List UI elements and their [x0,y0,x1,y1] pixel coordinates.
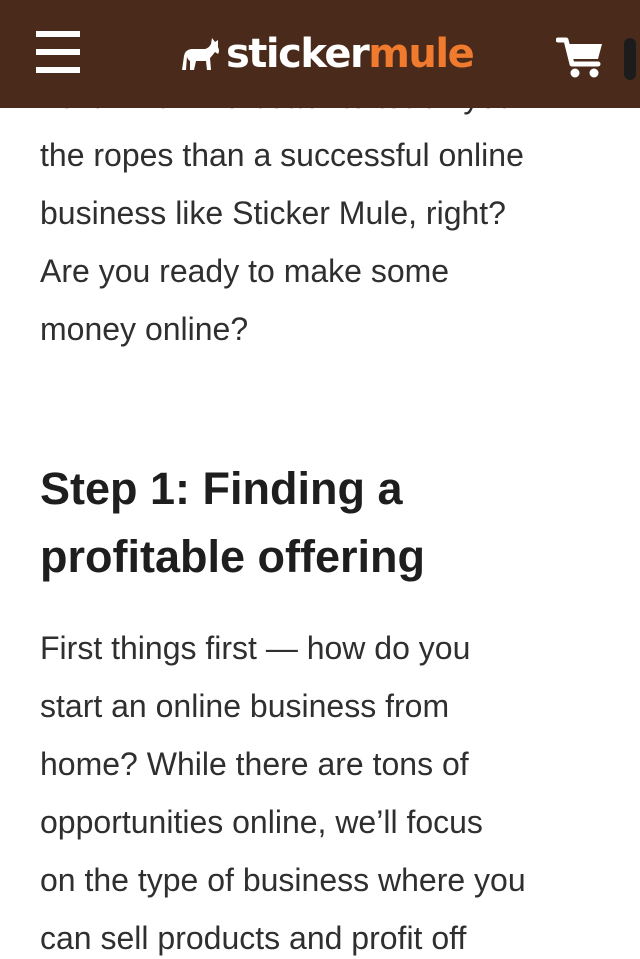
body-line: start an online business from [40,688,450,724]
logo-word-sticker: sticker [226,31,370,77]
site-header: stickermule [0,0,640,108]
step-1-heading: Step 1: Finding a profitable offering [40,455,610,591]
menu-bar [36,67,80,73]
intro-line: business like Sticker Mule, right? [40,195,506,231]
shopping-cart-icon[interactable] [556,36,606,80]
body-line: can sell products and profit off [40,920,467,956]
heading-line: Step 1: Finding a [40,463,403,514]
intro-line: Are you ready to make some [40,253,450,289]
page: next! And who better to teach you the ro… [0,0,640,959]
body-paragraph: First things first — how do you start an… [40,619,610,959]
body-line: opportunities online, we’ll focus [40,804,483,840]
heading-line: profitable offering [40,531,425,582]
intro-line: money online? [40,311,249,347]
body-line: on the type of business where you [40,862,526,898]
body-line: First things first — how do you [40,630,471,666]
menu-bar [36,49,80,55]
menu-bar [36,31,80,37]
hamburger-menu-icon[interactable] [36,31,82,73]
scrollbar-thumb[interactable] [624,38,636,80]
logo-word-mule: mule [368,31,475,77]
sticker-mule-logo[interactable]: stickermule [178,26,475,82]
intro-line: the ropes than a successful online [40,137,524,173]
intro-paragraph: next! And who better to teach you the ro… [40,68,610,358]
mule-logo-icon [178,34,222,74]
body-line: home? While there are tons of [40,746,469,782]
logo-wordmark: stickermule [226,26,475,82]
